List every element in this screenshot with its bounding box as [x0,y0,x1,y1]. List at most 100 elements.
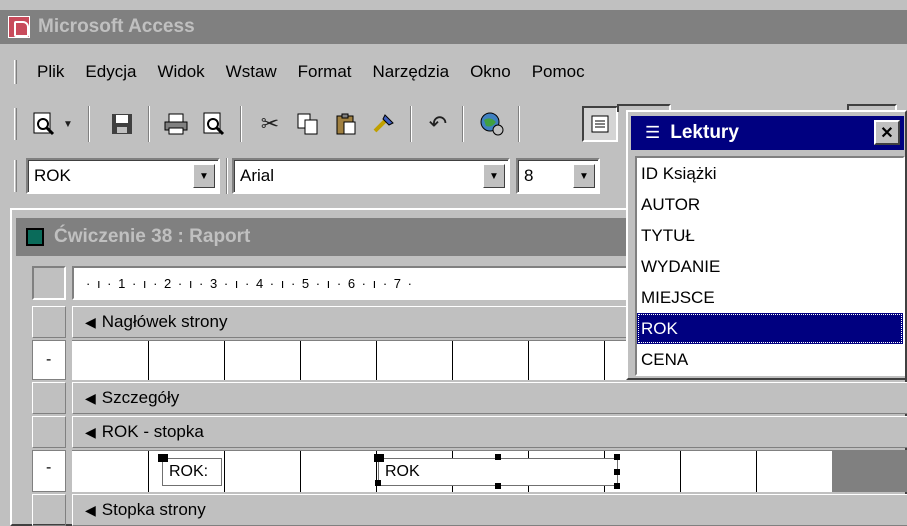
toolbar-grip[interactable] [14,108,17,140]
field-item-selected[interactable]: ROK [637,313,903,344]
field-item[interactable]: MIEJSCE [637,282,903,313]
menu-plik[interactable]: Plik [37,62,64,82]
format-painter-icon[interactable] [366,106,402,142]
grid-line [148,341,149,380]
grid-line [528,341,529,380]
menu-widok[interactable]: Widok [157,62,204,82]
grid-line [376,341,377,380]
rok-textbox-control[interactable]: ROK [378,458,618,486]
grid-line [452,341,453,380]
field-item[interactable]: WYDANIE [637,251,903,282]
band-page-header-label: Nagłówek strony [101,312,228,331]
preview-icon[interactable] [196,106,232,142]
report-icon[interactable] [26,228,44,246]
menu-narzedzia[interactable]: Narzędzia [373,62,450,82]
vertical-ruler[interactable]: - [32,340,66,380]
grid-line [680,451,681,492]
chevron-down-icon[interactable]: ▼ [573,164,595,188]
ruler-ticks: · ı · 1 · ı · 2 · ı · 3 · ı · 4 · ı · 5 … [86,275,414,291]
paste-icon[interactable] [328,106,364,142]
ruler-corner[interactable] [32,266,66,300]
toolbar-separator [88,106,90,142]
resize-handle[interactable] [614,483,620,489]
rok-textbox-text: ROK [385,463,420,480]
report-width-boundary [832,451,907,492]
grid-line [148,451,149,492]
section-arrow-icon: ◀ [85,423,96,440]
chevron-down-icon[interactable]: ▼ [483,164,505,188]
font-select[interactable]: Arial ▼ [232,158,510,194]
grid-line [604,341,605,380]
field-item[interactable]: AUTOR [637,189,903,220]
copy-icon[interactable] [290,106,326,142]
band-detail-label: Szczegóły [101,388,180,407]
field-item[interactable]: TYTUŁ [637,220,903,251]
group-footer-section[interactable]: ROK: ROK [72,450,907,492]
menu-okno[interactable]: Okno [470,62,511,82]
grid-line [300,341,301,380]
field-list-title-bar[interactable]: ☰ Lektury ✕ [631,116,904,150]
toolbar-separator [148,106,150,142]
menu-grip[interactable] [14,60,17,84]
view-dropdown-icon[interactable]: ▼ [58,106,78,142]
section-selector[interactable] [32,382,66,414]
object-select[interactable]: ROK ▼ [26,158,220,194]
save-icon[interactable] [104,106,140,142]
band-page-footer[interactable]: ◀ Stopka strony [72,494,907,526]
app-title-bar: Microsoft Access [0,10,907,44]
close-icon[interactable]: ✕ [874,120,900,145]
font-size-select[interactable]: 8 ▼ [516,158,600,194]
band-detail[interactable]: ◀ Szczegóły [72,382,907,414]
menu-bar: Plik Edycja Widok Wstaw Format Narzędzia… [0,52,907,92]
move-handle[interactable] [158,454,168,462]
cut-icon[interactable]: ✂ [252,106,288,142]
resize-handle[interactable] [495,454,501,460]
rok-label-control[interactable]: ROK: [162,458,222,486]
resize-handle[interactable] [495,483,501,489]
chevron-down-icon[interactable]: ▼ [193,164,215,188]
toolbar-separator [462,106,464,142]
report-title: Ćwiczenie 38 : Raport [54,226,251,247]
ruler-mark: - [46,459,52,476]
vertical-ruler[interactable]: - [32,450,66,492]
field-item[interactable]: CENA [637,344,903,375]
menu-format[interactable]: Format [298,62,352,82]
toolbar-separator [240,106,242,142]
print-preview-icon[interactable] [26,106,62,142]
object-select-value: ROK [34,166,71,185]
section-arrow-icon: ◀ [85,501,96,518]
grid-line [224,341,225,380]
section-selector[interactable] [32,494,66,526]
grid-line [756,451,757,492]
menu-wstaw[interactable]: Wstaw [226,62,277,82]
section-arrow-icon: ◀ [85,389,96,406]
field-list[interactable]: ID Książki AUTOR TYTUŁ WYDANIE MIEJSCE R… [635,156,905,376]
rok-label-text: ROK: [169,463,209,480]
ruler-mark: - [46,351,52,368]
undo-icon[interactable]: ↶ [420,106,456,142]
section-selector[interactable] [32,416,66,448]
toolbar-grip[interactable] [14,160,17,192]
toolbar-separator [226,158,228,194]
move-handle[interactable] [374,454,384,462]
font-size-value: 8 [524,166,534,185]
field-list-title: Lektury [670,122,739,143]
resize-handle[interactable] [614,454,620,460]
menu-pomoc[interactable]: Pomoc [532,62,585,82]
section-arrow-icon: ◀ [85,313,96,330]
resize-handle[interactable] [614,469,620,475]
table-icon: ☰ [645,123,661,142]
field-list-icon[interactable] [582,106,618,142]
access-app-icon[interactable] [8,16,30,38]
band-group-footer[interactable]: ◀ ROK - stopka [72,416,907,448]
grid-line [300,451,301,492]
print-icon[interactable] [158,106,194,142]
section-selector[interactable] [32,306,66,338]
field-item[interactable]: ID Książki [637,158,903,189]
field-list-window: ☰ Lektury ✕ ID Książki AUTOR TYTUŁ WYDAN… [626,110,907,380]
band-page-footer-label: Stopka strony [101,500,206,519]
web-icon[interactable] [474,106,510,142]
resize-handle[interactable] [375,480,381,486]
band-group-footer-label: ROK - stopka [101,422,204,441]
menu-edycja[interactable]: Edycja [85,62,136,82]
